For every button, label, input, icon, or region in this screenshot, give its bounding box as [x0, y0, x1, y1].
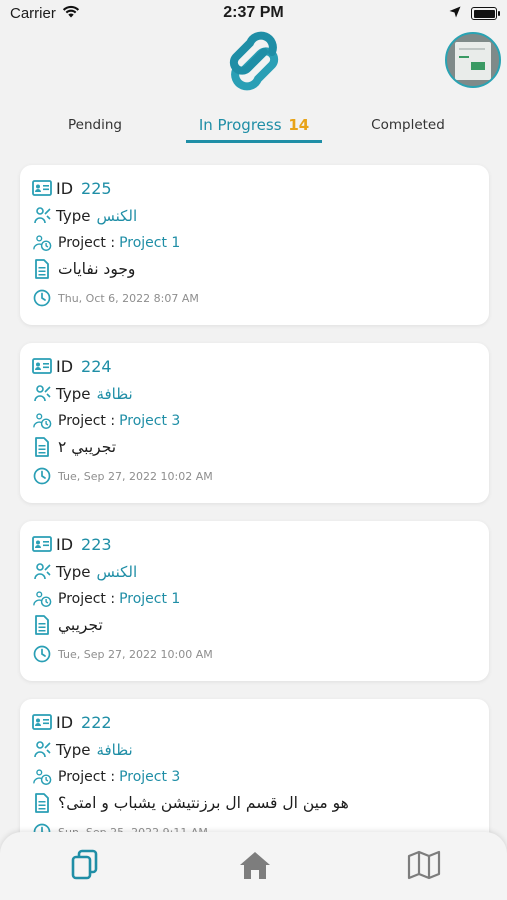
location-arrow-icon [449, 5, 461, 22]
worker-icon [32, 562, 52, 582]
status-tabs: Pending In Progress 14 Completed [0, 112, 507, 146]
document-icon [32, 793, 52, 813]
task-description: تجريبي [58, 616, 103, 634]
project-clock-icon [32, 767, 52, 787]
task-project: Project 1 [119, 591, 181, 607]
task-card[interactable]: ID 223 Type الكنس Project : Project 1 تجريب… [20, 521, 489, 681]
project-label: Project : [58, 235, 116, 251]
document-icon [32, 259, 52, 279]
task-card[interactable]: ID 225 Type الكنس Project : Project 1 وجود … [20, 165, 489, 325]
project-clock-icon [32, 411, 52, 431]
task-card[interactable]: ID 224 Type نظافة Project : Project 3 تجريب… [20, 343, 489, 503]
app-logo-icon [222, 30, 286, 92]
home-icon[interactable] [238, 848, 272, 882]
task-type: نظافة [96, 385, 133, 403]
document-icon [32, 615, 52, 635]
bottom-tab-bar [0, 832, 507, 900]
tab-in-progress-label: In Progress [198, 116, 282, 134]
type-label: Type [56, 207, 91, 225]
app-header [0, 28, 507, 98]
clock-icon [32, 288, 52, 308]
avatar[interactable] [445, 32, 501, 88]
status-time: 2:37 PM [223, 4, 284, 21]
worker-icon [32, 384, 52, 404]
id-card-icon [32, 356, 52, 376]
task-date: Tue, Sep 27, 2022 10:00 AM [58, 647, 213, 661]
project-clock-icon [32, 589, 52, 609]
type-label: Type [56, 741, 91, 759]
project-label: Project : [58, 591, 116, 607]
task-description: وجود نفايات [58, 260, 136, 278]
task-type: الكنس [96, 207, 138, 225]
task-type: الكنس [96, 563, 138, 581]
id-card-icon [32, 534, 52, 554]
id-label: ID [56, 534, 74, 554]
task-date: Thu, Oct 6, 2022 8:07 AM [58, 291, 199, 305]
task-list: ID 225 Type الكنس Project : Project 1 وجود … [20, 165, 489, 877]
avatar-image [455, 42, 491, 80]
document-icon [32, 437, 52, 457]
worker-icon [32, 740, 52, 760]
task-type: نظافة [96, 741, 133, 759]
task-description: هو مين ال قسم ال برزنتيشن يشباب و امتى؟ [58, 794, 349, 812]
clock-icon [32, 644, 52, 664]
task-id: 223 [81, 534, 112, 554]
status-bar: Carrier 2:37 PM [0, 0, 507, 28]
copy-icon[interactable] [68, 848, 102, 882]
id-label: ID [56, 712, 74, 732]
worker-icon [32, 206, 52, 226]
id-card-icon [32, 712, 52, 732]
id-label: ID [56, 356, 74, 376]
id-label: ID [56, 178, 74, 198]
task-id: 222 [81, 712, 112, 732]
project-clock-icon [32, 233, 52, 253]
task-id: 224 [81, 356, 112, 376]
id-card-icon [32, 178, 52, 198]
tab-in-progress-count: 14 [288, 116, 310, 134]
active-tab-indicator [186, 140, 322, 143]
tab-completed[interactable]: Completed [356, 117, 460, 147]
clock-icon [32, 466, 52, 486]
task-project: Project 3 [119, 413, 181, 429]
type-label: Type [56, 563, 91, 581]
map-icon[interactable] [407, 848, 441, 882]
task-description: تجريبي ٢ [58, 438, 117, 456]
task-date: Tue, Sep 27, 2022 10:02 AM [58, 469, 213, 483]
task-project: Project 3 [119, 769, 181, 785]
status-right [449, 5, 500, 22]
task-project: Project 1 [119, 235, 181, 251]
battery-icon [471, 7, 500, 20]
tab-pending[interactable]: Pending [45, 117, 145, 147]
project-label: Project : [58, 413, 116, 429]
battery-fill [473, 9, 495, 18]
project-label: Project : [58, 769, 116, 785]
task-id: 225 [81, 178, 112, 198]
type-label: Type [56, 385, 91, 403]
